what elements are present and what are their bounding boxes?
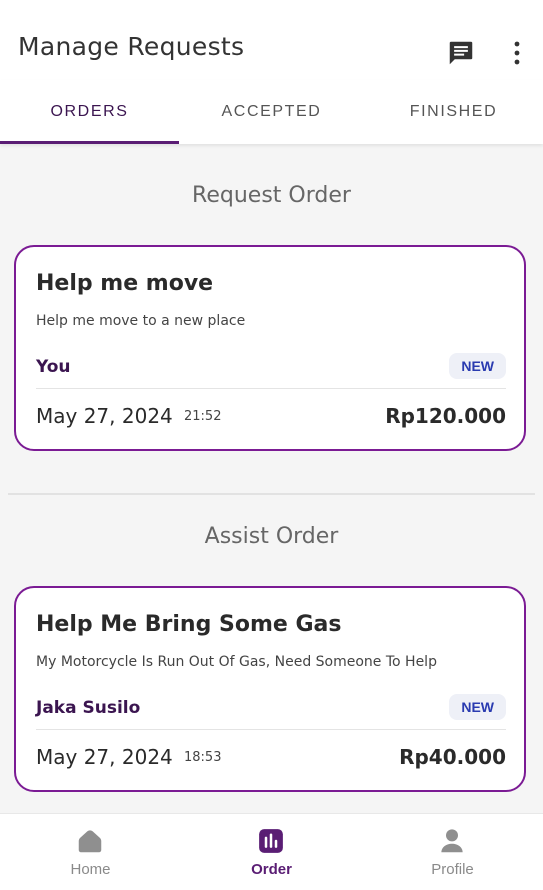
nav-order[interactable]: Order <box>181 814 362 890</box>
tab-finished[interactable]: FINISHED <box>364 80 543 144</box>
chat-icon[interactable] <box>446 38 476 68</box>
order-title: Help Me Bring Some Gas <box>36 612 342 637</box>
profile-icon <box>441 829 463 853</box>
order-title: Help me move <box>36 271 214 296</box>
more-vert-icon[interactable] <box>505 38 529 68</box>
order-description: Help me move to a new place <box>36 313 246 329</box>
app-bar: Manage Requests <box>0 0 543 81</box>
nav-profile[interactable]: Profile <box>362 814 543 890</box>
status-badge: NEW <box>449 694 506 720</box>
card-divider <box>36 388 506 389</box>
order-date: May 27, 2024 <box>36 745 173 769</box>
card-divider <box>36 729 506 730</box>
nav-home[interactable]: Home <box>0 814 181 890</box>
nav-label: Home <box>70 861 111 878</box>
status-badge: NEW <box>449 353 506 379</box>
active-tab-indicator <box>0 141 179 144</box>
tab-accepted[interactable]: ACCEPTED <box>181 80 362 144</box>
order-time: 18:53 <box>184 750 222 765</box>
order-price: Rp40.000 <box>399 745 506 769</box>
request-order-card[interactable]: Help me move Help me move to a new place… <box>14 245 526 451</box>
order-user: You <box>36 357 71 377</box>
order-date: May 27, 2024 <box>36 404 173 428</box>
order-time: 21:52 <box>184 409 222 424</box>
tab-orders[interactable]: ORDERS <box>0 80 179 144</box>
nav-label: Profile <box>431 861 474 878</box>
request-order-heading: Request Order <box>192 183 351 208</box>
assist-order-heading: Assist Order <box>204 524 339 549</box>
order-description: My Motorcycle Is Run Out Of Gas, Need So… <box>36 654 437 670</box>
bottom-navigation: Home Order Profile <box>0 813 543 890</box>
page-title: Manage Requests <box>18 32 245 61</box>
tab-bar: ORDERS ACCEPTED FINISHED <box>0 80 543 144</box>
section-divider <box>8 493 535 495</box>
order-price: Rp120.000 <box>385 404 506 428</box>
home-icon <box>78 830 102 853</box>
assist-order-card[interactable]: Help Me Bring Some Gas My Motorcycle Is … <box>14 586 526 792</box>
order-icon <box>259 829 283 853</box>
nav-label: Order <box>251 861 292 878</box>
order-user: Jaka Susilo <box>36 698 141 718</box>
